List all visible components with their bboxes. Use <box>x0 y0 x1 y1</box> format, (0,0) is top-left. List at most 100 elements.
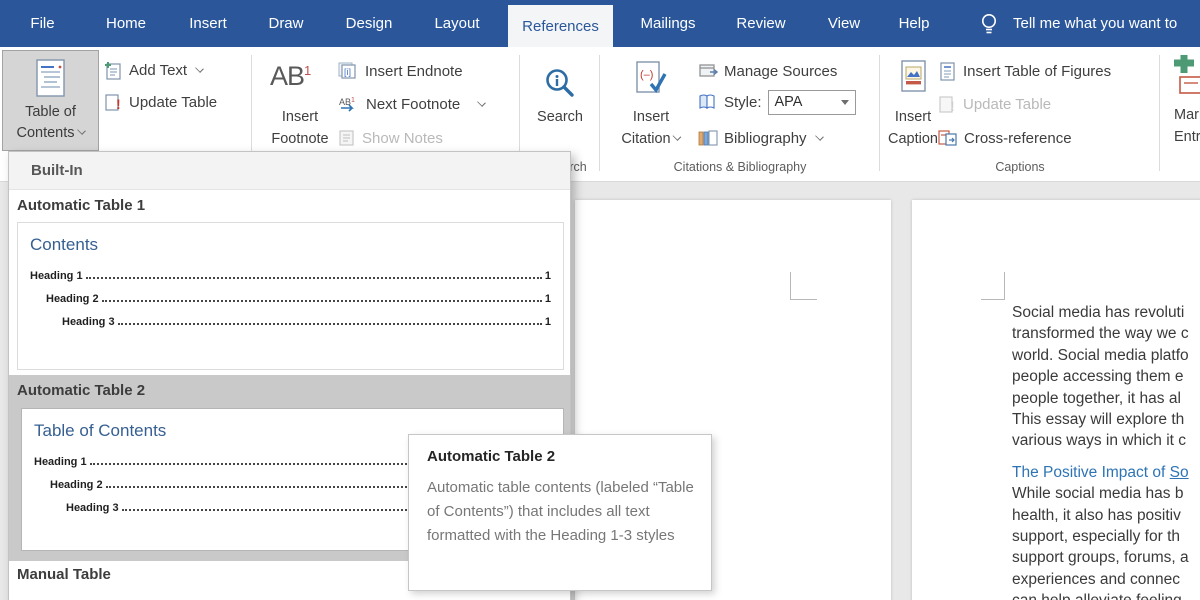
doc-line: support groups, forums, a <box>1012 547 1189 568</box>
doc-heading: The Positive Impact of So <box>1012 462 1189 483</box>
update-table-button[interactable]: ! Update Table <box>104 91 217 113</box>
tooltip: Automatic Table 2 Automatic table conten… <box>408 434 712 591</box>
lightbulb-icon <box>979 12 999 36</box>
insert-citation-label[interactable]: Insert <box>633 109 669 125</box>
doc-line: Social media has revoluti <box>1012 302 1189 323</box>
style-label: Style: <box>724 94 762 111</box>
tab-review[interactable]: Review <box>728 0 794 47</box>
tab-design[interactable]: Design <box>336 0 402 47</box>
manage-sources-label: Manage Sources <box>724 63 837 80</box>
tab-insert[interactable]: Insert <box>178 0 238 47</box>
margin-mark <box>1004 272 1005 300</box>
group-label-captions: Captions <box>995 160 1044 174</box>
svg-text:[i]: [i] <box>344 67 351 77</box>
add-text-label: Add Text <box>129 62 187 79</box>
insert-caption-label2[interactable]: Caption <box>888 131 938 147</box>
chevron-down-icon <box>477 98 486 107</box>
insert-endnote-icon: [i] <box>338 62 359 80</box>
manage-sources-button[interactable]: Manage Sources <box>698 60 837 82</box>
style-combobox[interactable]: APA <box>768 90 856 115</box>
tab-draw[interactable]: Draw <box>258 0 314 47</box>
margin-mark <box>790 272 791 300</box>
next-footnote-icon: AB 1 <box>338 95 360 114</box>
update-table-disabled-icon: ! <box>938 95 957 114</box>
combo-arrow-icon <box>841 100 849 105</box>
document-text-block: Social media has revoluti transformed th… <box>1012 302 1189 600</box>
doc-line: can help alleviate feeling <box>1012 590 1189 600</box>
show-notes-label: Show Notes <box>362 130 443 147</box>
svg-text:!: ! <box>950 98 955 114</box>
update-table-captions-label: Update Table <box>963 96 1051 113</box>
dropdown-section-header: Built-In <box>9 152 570 190</box>
document-page-2[interactable]: Social media has revoluti transformed th… <box>912 200 1200 600</box>
group-separator <box>1159 55 1160 171</box>
tab-file[interactable]: File <box>20 0 65 47</box>
menu-bar: File Home Insert Draw Design Layout Refe… <box>0 0 1200 47</box>
dot-leader <box>118 323 542 325</box>
insert-endnote-label: Insert Endnote <box>365 63 463 80</box>
dot-leader <box>102 300 542 302</box>
chevron-down-icon <box>673 132 682 141</box>
doc-line: transformed the way we c <box>1012 323 1189 344</box>
toc-button-label2: Contents <box>16 123 84 144</box>
tab-references[interactable]: References <box>508 5 613 47</box>
automatic-table-2-title: Automatic Table 2 <box>17 382 145 399</box>
doc-line: people accessing them e <box>1012 366 1189 387</box>
doc-heading-link[interactable]: So <box>1170 464 1189 481</box>
insert-table-of-figures-button[interactable]: Insert Table of Figures <box>938 60 1111 82</box>
doc-line: various ways in which it c <box>1012 430 1189 451</box>
group-separator <box>599 55 600 171</box>
insert-footnote-glyph: AB1 <box>270 61 310 92</box>
tooltip-title: Automatic Table 2 <box>427 448 693 465</box>
tab-help[interactable]: Help <box>890 0 938 47</box>
next-footnote-button[interactable]: AB 1 Next Footnote <box>338 93 485 115</box>
svg-text:(–): (–) <box>640 69 653 81</box>
dot-leader <box>86 277 542 279</box>
table-of-contents-button[interactable]: Table of Contents <box>2 50 99 151</box>
show-notes-button: Show Notes <box>338 127 443 149</box>
svg-text:!: ! <box>116 96 121 112</box>
insert-footnote-label2[interactable]: Footnote <box>271 131 328 147</box>
insert-citation-label2[interactable]: Citation <box>621 131 680 147</box>
tab-home[interactable]: Home <box>95 0 157 47</box>
bibliography-label: Bibliography <box>724 130 807 147</box>
style-value: APA <box>775 94 803 110</box>
bibliography-button[interactable]: Bibliography <box>698 127 823 149</box>
tab-mailings[interactable]: Mailings <box>633 0 703 47</box>
add-text-icon <box>104 61 123 80</box>
mark-entry-label2[interactable]: Entry <box>1174 129 1200 145</box>
add-text-button[interactable]: Add Text <box>104 59 203 81</box>
search-button[interactable]: Search <box>537 109 583 125</box>
group-separator <box>879 55 880 171</box>
chevron-down-icon <box>77 126 86 135</box>
tell-me-box[interactable]: Tell me what you want to <box>1013 0 1177 47</box>
insert-caption-label[interactable]: Insert <box>895 109 931 125</box>
cross-reference-label: Cross-reference <box>964 130 1072 147</box>
manual-table-option[interactable]: Manual Table <box>17 566 111 583</box>
doc-line: health, it also has positiv <box>1012 505 1189 526</box>
tooltip-body: Automatic table contents (labeled “Table… <box>427 476 695 548</box>
show-notes-icon <box>338 129 356 147</box>
bibliography-icon <box>698 129 718 147</box>
doc-line: While social media has b <box>1012 483 1189 504</box>
doc-line: world. Social media platfo <box>1012 345 1189 366</box>
insert-footnote-label[interactable]: Insert <box>282 109 318 125</box>
toc-button-label: Table of <box>25 102 76 123</box>
group-label-citations: Citations & Bibliography <box>674 160 807 174</box>
doc-line: This essay will explore th <box>1012 409 1189 430</box>
toc-icon <box>34 59 68 97</box>
automatic-table-1-option[interactable]: Contents Heading 11 Heading 21 Heading 3… <box>17 222 564 370</box>
mark-entry-label[interactable]: Mark <box>1174 107 1200 123</box>
tab-layout[interactable]: Layout <box>424 0 490 47</box>
update-table-label: Update Table <box>129 94 217 111</box>
insert-endnote-button[interactable]: [i] Insert Endnote <box>338 60 463 82</box>
doc-line: people together, it has al <box>1012 388 1189 409</box>
toc-entry: Heading 11 <box>30 267 551 282</box>
style-row: Style: APA <box>698 91 856 113</box>
margin-mark <box>790 299 817 300</box>
toc-entry: Heading 21 <box>30 290 551 305</box>
tab-view[interactable]: View <box>820 0 868 47</box>
chevron-down-icon <box>815 132 824 141</box>
insert-table-of-figures-label: Insert Table of Figures <box>963 63 1111 80</box>
cross-reference-button[interactable]: Cross-reference <box>938 127 1072 149</box>
